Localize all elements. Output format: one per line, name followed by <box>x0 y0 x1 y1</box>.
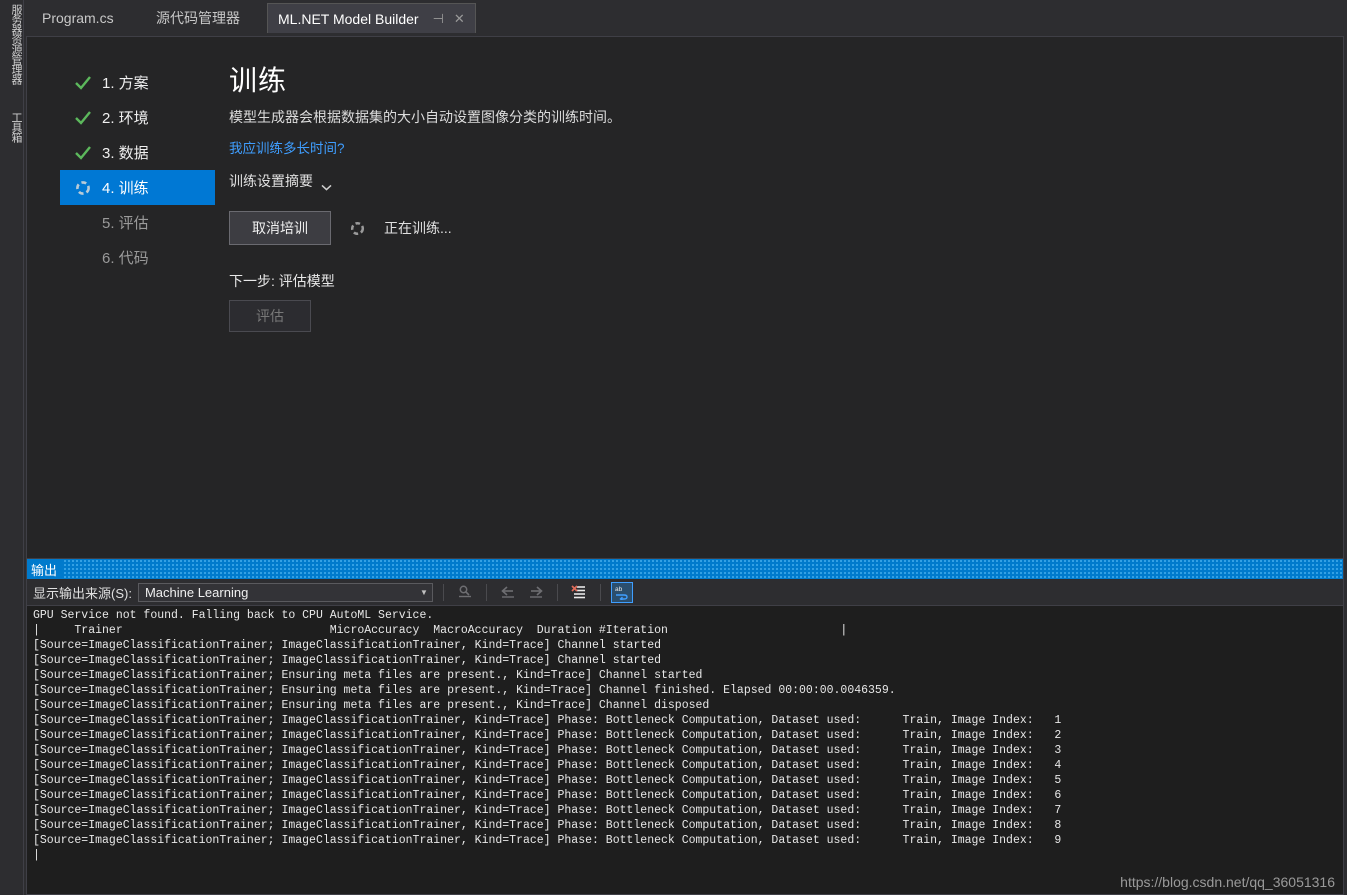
drag-handle-dots[interactable] <box>63 559 1343 579</box>
step-placeholder-icon <box>74 249 92 267</box>
checkmark-icon <box>74 74 92 92</box>
page-title: 训练 <box>229 65 288 96</box>
output-log-line: | <box>33 849 40 862</box>
output-toolbar: 显示输出来源(S): Machine Learning ▼ ab <box>27 579 1343 606</box>
tab-label: 源代码管理器 <box>156 10 240 26</box>
output-log-line: [Source=ImageClassificationTrainer; Imag… <box>33 729 1062 742</box>
output-log-line: | Trainer MicroAccuracy MacroAccuracy Du… <box>33 624 848 637</box>
vtab-toolbox[interactable]: 工具箱 <box>0 112 24 142</box>
tab-program-cs[interactable]: Program.cs <box>32 3 124 33</box>
model-builder-document: 1. 方案 2. 环境 3. 数据 4. 训练 5. 评估 6. 代码 训练 模… <box>26 36 1344 558</box>
step-label: 6. 代码 <box>102 250 149 267</box>
sidebar-item-evaluate[interactable]: 5. 评估 <box>60 205 215 240</box>
step-label: 2. 环境 <box>102 110 149 127</box>
output-source-value: Machine Learning <box>144 584 249 600</box>
checkmark-icon <box>74 109 92 127</box>
how-long-to-train-link[interactable]: 我应训练多长时间? <box>229 137 345 157</box>
sidebar-item-scenario[interactable]: 1. 方案 <box>60 65 215 100</box>
output-pane-header: 输出 <box>27 559 1343 579</box>
chevron-down-icon <box>321 178 332 191</box>
output-source-select[interactable]: Machine Learning ▼ <box>137 582 433 602</box>
vtab-server-explorer[interactable]: 服务器资源管理器 <box>0 4 24 84</box>
summary-label: 训练设置摘要 <box>229 173 313 189</box>
checkmark-icon <box>74 144 92 162</box>
output-log-line: [Source=ImageClassificationTrainer; Ensu… <box>33 669 703 682</box>
toolbar-separator <box>556 583 558 601</box>
output-log-line: [Source=ImageClassificationTrainer; Imag… <box>33 789 1062 802</box>
tab-label: ML.NET Model Builder <box>278 10 419 27</box>
page-subtitle: 模型生成器会根据数据集的大小自动设置图像分类的训练时间。 <box>229 109 621 125</box>
visual-studio-window: 服务器资源管理器 工具箱 Program.cs 源代码管理器 ML.NET Mo… <box>0 0 1347 895</box>
output-log-line: [Source=ImageClassificationTrainer; Ensu… <box>33 684 896 697</box>
output-pane: 输出 显示输出来源(S): Machine Learning ▼ ab GPU … <box>26 558 1344 895</box>
training-action-row: 取消培训 正在训练... <box>229 211 929 245</box>
close-icon[interactable]: ✕ <box>454 12 465 25</box>
tab-icon-group: ⊣ ✕ <box>433 12 465 25</box>
tab-label: Program.cs <box>42 10 114 26</box>
pin-icon[interactable]: ⊣ <box>433 12 444 25</box>
training-status-text: 正在训练... <box>384 220 452 236</box>
step-label: 1. 方案 <box>102 75 149 92</box>
watermark-url: https://blog.csdn.net/qq_36051316 <box>1120 874 1335 890</box>
output-log-line: [Source=ImageClassificationTrainer; Imag… <box>33 714 1062 727</box>
output-log-line: [Source=ImageClassificationTrainer; Imag… <box>33 774 1062 787</box>
navigate-backward-icon[interactable] <box>497 582 519 603</box>
output-pane-title: 输出 <box>27 559 58 579</box>
output-log-line: [Source=ImageClassificationTrainer; Ensu… <box>33 699 710 712</box>
tab-mlnet-model-builder[interactable]: ML.NET Model Builder ⊣ ✕ <box>267 3 476 33</box>
step-label: 3. 数据 <box>102 145 149 162</box>
train-step-content: 训练 模型生成器会根据数据集的大小自动设置图像分类的训练时间。 我应训练多长时间… <box>229 59 929 332</box>
output-log-line: [Source=ImageClassificationTrainer; Imag… <box>33 819 1062 832</box>
step-placeholder-icon <box>74 214 92 232</box>
step-label: 5. 评估 <box>102 215 149 232</box>
navigate-forward-icon[interactable] <box>525 582 547 603</box>
find-message-source-icon[interactable] <box>454 582 476 603</box>
training-settings-summary-toggle[interactable]: 训练设置摘要 <box>229 171 929 191</box>
output-log-text[interactable]: GPU Service not found. Falling back to C… <box>27 606 1343 894</box>
tab-source-control-explorer[interactable]: 源代码管理器 <box>146 3 250 33</box>
toolbar-separator <box>485 583 487 601</box>
sidebar-item-train[interactable]: 4. 训练 <box>60 170 215 205</box>
svg-text:ab: ab <box>615 586 623 593</box>
step-label: 4. 训练 <box>102 180 149 197</box>
output-log-line: [Source=ImageClassificationTrainer; Imag… <box>33 804 1062 817</box>
spinner-icon <box>74 179 92 197</box>
output-log-line: [Source=ImageClassificationTrainer; Imag… <box>33 834 1062 847</box>
cancel-training-button[interactable]: 取消培训 <box>229 211 331 245</box>
toggle-word-wrap-icon[interactable]: ab <box>610 581 633 603</box>
output-source-label: 显示输出来源(S): <box>33 585 132 601</box>
output-log-line: [Source=ImageClassificationTrainer; Imag… <box>33 744 1062 757</box>
chevron-down-icon: ▼ <box>420 587 428 597</box>
output-log-line: [Source=ImageClassificationTrainer; Imag… <box>33 639 662 652</box>
left-dock: 服务器资源管理器 工具箱 <box>0 0 24 895</box>
spinner-icon <box>349 220 366 237</box>
document-tab-strip: Program.cs 源代码管理器 ML.NET Model Builder ⊣… <box>24 0 1347 36</box>
clear-all-icon[interactable] <box>568 582 590 603</box>
toolbar-separator <box>599 583 601 601</box>
sidebar-item-data[interactable]: 3. 数据 <box>60 135 215 170</box>
toolbar-separator <box>442 583 444 601</box>
output-log-line: GPU Service not found. Falling back to C… <box>33 609 434 622</box>
sidebar-item-environment[interactable]: 2. 环境 <box>60 100 215 135</box>
output-log-line: [Source=ImageClassificationTrainer; Imag… <box>33 654 662 667</box>
next-step-label: 下一步: 评估模型 <box>229 273 335 289</box>
output-log-line: [Source=ImageClassificationTrainer; Imag… <box>33 759 1062 772</box>
wizard-step-list: 1. 方案 2. 环境 3. 数据 4. 训练 5. 评估 6. 代码 <box>60 65 215 275</box>
sidebar-item-code[interactable]: 6. 代码 <box>60 240 215 275</box>
evaluate-button[interactable]: 评估 <box>229 300 311 332</box>
